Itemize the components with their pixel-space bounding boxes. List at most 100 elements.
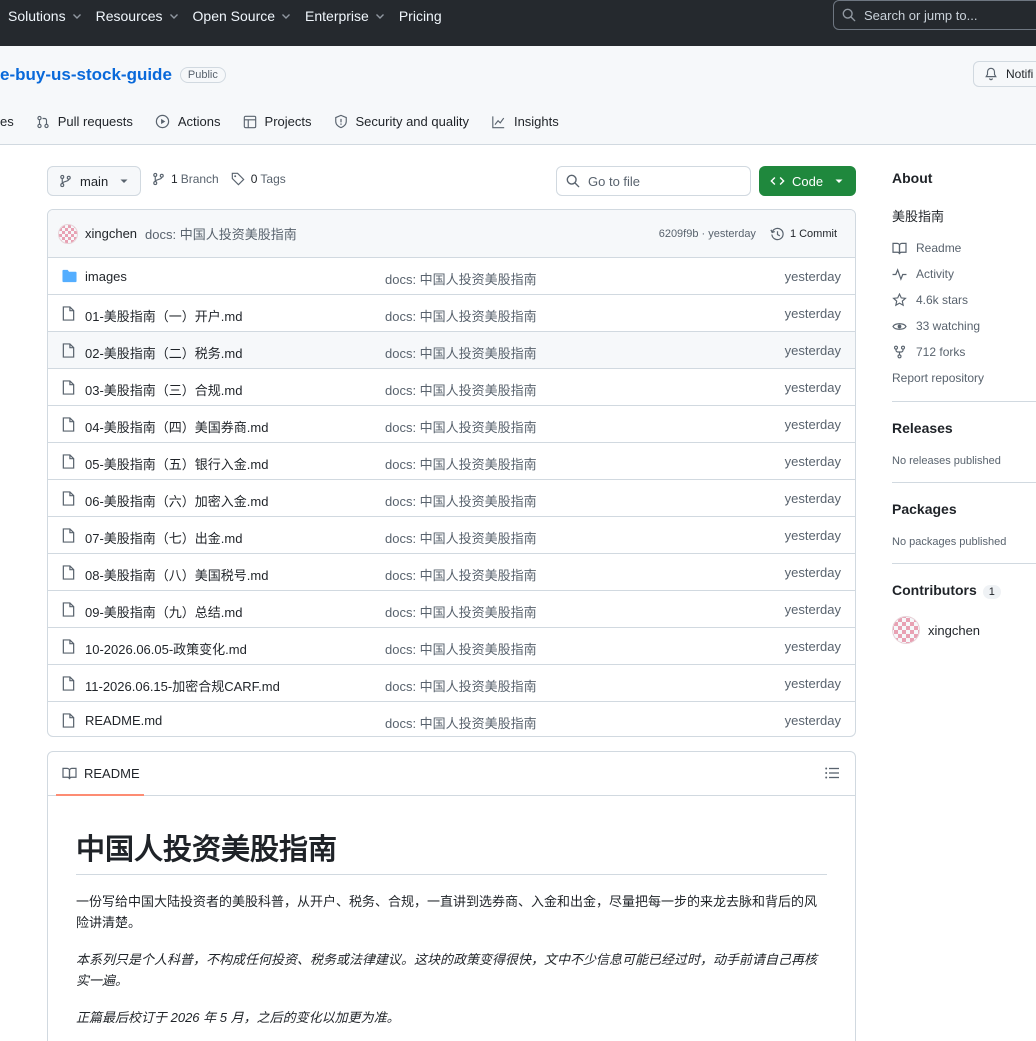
tab-actions[interactable]: Actions bbox=[155, 114, 221, 129]
activity-link[interactable]: Activity bbox=[892, 267, 954, 281]
report-repository-link[interactable]: Report repository bbox=[892, 371, 984, 385]
avatar[interactable] bbox=[58, 223, 78, 244]
file-row[interactable]: 06-美股指南（六）加密入金.md docs: 中国人投资美股指南 yesterda… bbox=[48, 480, 855, 517]
file-name-link[interactable]: images bbox=[85, 269, 127, 284]
book-icon bbox=[892, 242, 907, 254]
file-commit-message[interactable]: docs: 中国人投资美股指南 bbox=[385, 676, 537, 695]
file-name-link[interactable]: 01-美股指南（一）开户.md bbox=[85, 306, 242, 325]
file-commit-date: yesterday bbox=[784, 380, 841, 395]
code-button[interactable]: Code bbox=[759, 166, 856, 196]
file-name-link[interactable]: 10-2026.06.05-政策变化.md bbox=[85, 639, 247, 658]
tag-count[interactable]: 0 bbox=[251, 172, 258, 186]
tab-security[interactable]: Security and quality bbox=[334, 114, 469, 129]
file-row[interactable]: 05-美股指南（五）银行入金.md docs: 中国人投资美股指南 yesterda… bbox=[48, 443, 855, 480]
file-row[interactable]: 07-美股指南（七）出金.md docs: 中国人投资美股指南 yesterday bbox=[48, 517, 855, 554]
watchers-count: 33 watching bbox=[916, 319, 981, 333]
readme-tab[interactable]: README bbox=[56, 752, 144, 796]
commit-author[interactable]: xingchen bbox=[85, 226, 137, 241]
commit-meta: 6209f9b · yesterday 1 Commit bbox=[659, 210, 837, 258]
readme-link[interactable]: Readme bbox=[892, 241, 961, 255]
file-commit-message[interactable]: docs: 中国人投资美股指南 bbox=[385, 343, 537, 362]
global-nav-item[interactable]: Resources bbox=[96, 8, 179, 24]
tab-security-label: Security and quality bbox=[355, 114, 469, 129]
global-nav-item-label: Enterprise bbox=[305, 8, 369, 24]
tab-insights[interactable]: Insights bbox=[491, 114, 559, 129]
tab-pull-requests[interactable]: Pull requests bbox=[36, 114, 133, 129]
contributor-item[interactable]: xingchen bbox=[892, 616, 980, 644]
file-icon bbox=[62, 565, 75, 580]
releases-heading[interactable]: Releases bbox=[892, 420, 953, 436]
branch-count-label[interactable]: Branch bbox=[181, 172, 219, 186]
tab-code[interactable]: es bbox=[0, 114, 14, 129]
file-name-link[interactable]: README.md bbox=[85, 713, 162, 728]
list-unordered-icon[interactable] bbox=[825, 767, 839, 779]
global-nav-item[interactable]: Solutions bbox=[8, 8, 82, 24]
file-row[interactable]: 02-美股指南（二）税务.md docs: 中国人投资美股指南 yesterday bbox=[48, 332, 855, 369]
repo-name-link[interactable]: e-buy-us-stock-guide bbox=[0, 65, 172, 85]
file-commit-date: yesterday bbox=[784, 676, 841, 691]
caret-down-icon bbox=[835, 179, 843, 183]
commits-history-link[interactable]: 1 Commit bbox=[770, 227, 837, 242]
file-name-link[interactable]: 09-美股指南（九）总结.md bbox=[85, 602, 242, 621]
file-name-link[interactable]: 07-美股指南（七）出金.md bbox=[85, 528, 242, 547]
watchers-link[interactable]: 33 watching bbox=[892, 319, 980, 333]
file-name-link[interactable]: 03-美股指南（三）合规.md bbox=[85, 380, 242, 399]
file-name-link[interactable]: 06-美股指南（六）加密入金.md bbox=[85, 491, 268, 510]
file-commit-message[interactable]: docs: 中国人投资美股指南 bbox=[385, 639, 537, 658]
file-row[interactable]: 10-2026.06.05-政策变化.md docs: 中国人投资美股指南 yest… bbox=[48, 628, 855, 665]
file-commit-message[interactable]: docs: 中国人投资美股指南 bbox=[385, 306, 537, 325]
file-row[interactable]: README.md docs: 中国人投资美股指南 yesterday bbox=[48, 702, 855, 736]
repo-tabs: es Pull requests Actions Projects Securi… bbox=[0, 114, 581, 129]
file-row[interactable]: 04-美股指南（四）美国券商.md docs: 中国人投资美股指南 yesterda… bbox=[48, 406, 855, 443]
file-commit-message[interactable]: docs: 中国人投资美股指南 bbox=[385, 528, 537, 547]
file-row[interactable]: 08-美股指南（八）美国税号.md docs: 中国人投资美股指南 yesterda… bbox=[48, 554, 855, 591]
file-name-link[interactable]: 11-2026.06.15-加密合规CARF.md bbox=[85, 676, 280, 695]
branch-selector-button[interactable]: main bbox=[47, 166, 141, 196]
chevron-down-icon bbox=[375, 14, 384, 19]
global-nav-item[interactable]: Pricing bbox=[399, 8, 442, 24]
file-commit-message[interactable]: docs: 中国人投资美股指南 bbox=[385, 417, 537, 436]
global-nav-item[interactable]: Enterprise bbox=[305, 8, 385, 24]
file-name-link[interactable]: 08-美股指南（八）美国税号.md bbox=[85, 565, 268, 584]
global-nav-item[interactable]: Open Source bbox=[193, 8, 292, 24]
file-commit-message[interactable]: docs: 中国人投资美股指南 bbox=[385, 269, 537, 288]
forks-link[interactable]: 712 forks bbox=[892, 345, 965, 359]
file-icon bbox=[62, 676, 75, 691]
file-commit-date: yesterday bbox=[784, 306, 841, 321]
tag-count-label[interactable]: Tags bbox=[260, 172, 285, 186]
git-branch-icon bbox=[153, 172, 164, 186]
search-placeholder: Search or jump to... bbox=[864, 7, 978, 23]
tag-icon bbox=[231, 172, 245, 186]
commit-hash-time[interactable]: 6209f9b · yesterday bbox=[659, 228, 756, 240]
file-row[interactable]: 03-美股指南（三）合规.md docs: 中国人投资美股指南 yesterday bbox=[48, 369, 855, 406]
go-to-file-input[interactable]: Go to file bbox=[556, 166, 751, 196]
branch-count[interactable]: 1 bbox=[171, 172, 178, 186]
file-commit-message[interactable]: docs: 中国人投资美股指南 bbox=[385, 491, 537, 510]
packages-heading[interactable]: Packages bbox=[892, 501, 957, 517]
file-commit-message[interactable]: docs: 中国人投资美股指南 bbox=[385, 380, 537, 399]
file-name-link[interactable]: 02-美股指南（二）税务.md bbox=[85, 343, 242, 362]
file-commit-date: yesterday bbox=[784, 454, 841, 469]
file-commit-message[interactable]: docs: 中国人投资美股指南 bbox=[385, 602, 537, 621]
file-commit-date: yesterday bbox=[784, 417, 841, 432]
tab-projects[interactable]: Projects bbox=[243, 114, 312, 129]
file-icon bbox=[62, 713, 75, 728]
file-name-link[interactable]: 05-美股指南（五）银行入金.md bbox=[85, 454, 268, 473]
file-commit-message[interactable]: docs: 中国人投资美股指南 bbox=[385, 454, 537, 473]
file-row[interactable]: 11-2026.06.15-加密合规CARF.md docs: 中国人投资美股指南… bbox=[48, 665, 855, 702]
go-to-file-placeholder: Go to file bbox=[588, 173, 641, 189]
file-row[interactable]: 01-美股指南（一）开户.md docs: 中国人投资美股指南 yesterday bbox=[48, 295, 855, 332]
file-commit-message[interactable]: docs: 中国人投资美股指南 bbox=[385, 713, 537, 732]
file-commit-message[interactable]: docs: 中国人投资美股指南 bbox=[385, 565, 537, 584]
file-row[interactable]: 09-美股指南（九）总结.md docs: 中国人投资美股指南 yesterday bbox=[48, 591, 855, 628]
notifications-button[interactable]: Notifi bbox=[973, 61, 1036, 87]
file-commit-date: yesterday bbox=[784, 639, 841, 654]
file-name-link[interactable]: 04-美股指南（四）美国券商.md bbox=[85, 417, 268, 436]
commit-message[interactable]: docs: 中国人投资美股指南 bbox=[145, 224, 297, 243]
notifications-label: Notifi bbox=[1006, 67, 1034, 81]
file-table: xingchen docs: 中国人投资美股指南 6209f9b · yeste… bbox=[47, 209, 856, 737]
file-row[interactable]: images docs: 中国人投资美股指南 yesterday bbox=[48, 258, 855, 295]
global-search-input[interactable]: Search or jump to... bbox=[833, 0, 1036, 30]
contributors-heading[interactable]: Contributors 1 bbox=[892, 582, 1001, 599]
stars-link[interactable]: 4.6k stars bbox=[892, 293, 968, 307]
